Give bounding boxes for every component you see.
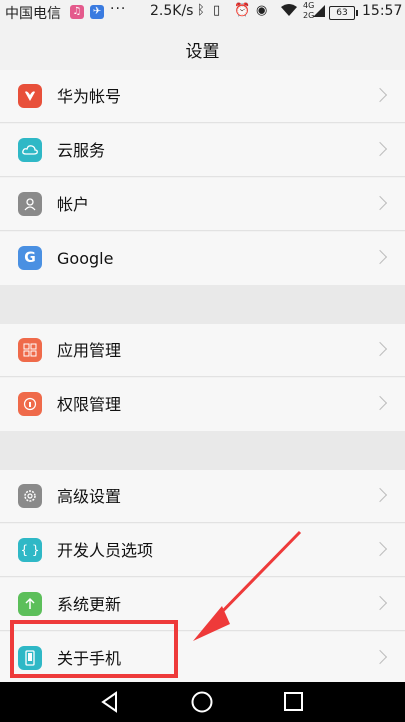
navigation-bar xyxy=(0,682,405,722)
recents-icon[interactable] xyxy=(282,690,306,718)
annotation-arrow xyxy=(193,530,302,641)
back-icon[interactable] xyxy=(98,690,122,718)
home-icon[interactable] xyxy=(190,690,214,718)
